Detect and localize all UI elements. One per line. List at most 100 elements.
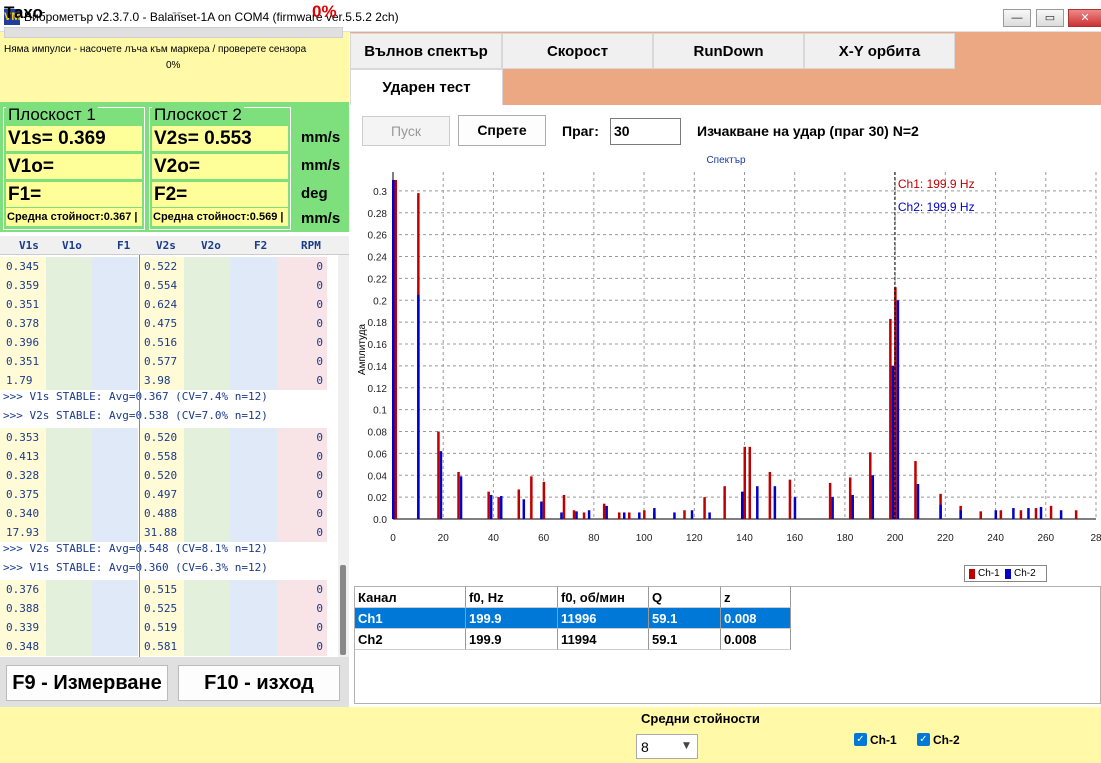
bar-ch1 <box>1074 510 1078 519</box>
table-row[interactable]: 0.348 0.581 0 <box>0 637 339 656</box>
close-button[interactable]: ✕ <box>1068 9 1101 27</box>
grid-cell-v1o <box>46 466 92 485</box>
bar-ch1 <box>914 461 917 519</box>
table-row[interactable]: 0.413 0.558 0 <box>0 447 339 466</box>
grid-cell-f1 <box>92 371 138 390</box>
tacho-progress-bar <box>4 27 343 38</box>
threshold-input[interactable]: 30 <box>610 118 681 145</box>
header-v1s: V1s <box>19 239 39 252</box>
exit-button[interactable]: F10 - изход <box>178 665 340 701</box>
grid-cell-v2o <box>184 447 230 466</box>
stable-message: >>> V2s STABLE: Avg=0.548 (CV=8.1% n=12) <box>0 542 339 561</box>
grid-cell-f2 <box>230 257 277 276</box>
grid-cell-v1s: 0.396 <box>0 333 46 352</box>
bar-ch2 <box>560 512 563 519</box>
table-row[interactable]: Ch1 199.9 11996 59.1 0.008 <box>355 608 792 629</box>
tab-rundown[interactable]: RunDown <box>653 33 804 69</box>
table-row[interactable]: 0.339 0.519 0 <box>0 618 339 637</box>
table-row[interactable]: 0.328 0.520 0 <box>0 466 339 485</box>
bar-ch2 <box>1059 510 1063 519</box>
table-row[interactable]: 0.375 0.497 0 <box>0 485 339 504</box>
bar-ch2 <box>673 512 676 519</box>
grid-cell-f2 <box>230 523 277 542</box>
plane-separator <box>139 255 140 657</box>
table-row[interactable]: 0.340 0.488 0 <box>0 504 339 523</box>
bar-ch1 <box>517 489 521 519</box>
grid-cell-v2s: 0.554 <box>140 276 184 295</box>
table-row[interactable]: 0.345 0.522 0 <box>0 257 339 276</box>
bar-ch2 <box>994 510 998 519</box>
grid-cell-v2o <box>184 485 230 504</box>
bar-ch2 <box>851 494 854 519</box>
grid-cell-v2o <box>184 523 230 542</box>
grid-cell-v2s: 0.624 <box>140 295 184 314</box>
grid-cell-v1s: 0.328 <box>0 466 46 485</box>
table-row[interactable]: 0.351 0.624 0 <box>0 295 339 314</box>
ch2-checkbox[interactable]: ✓ <box>917 733 930 746</box>
table-row[interactable]: 0.388 0.525 0 <box>0 599 339 618</box>
minimize-button[interactable]: — <box>1003 9 1031 27</box>
y-tick-label: 0.0 <box>373 515 387 526</box>
grid-cell-rpm: 0 <box>277 257 327 276</box>
grid-cell-v2s: 3.98 <box>140 371 184 390</box>
tab-velocity[interactable]: Скорост <box>502 33 653 69</box>
tab-wave-spectrum[interactable]: Вълнов спектър <box>350 33 502 69</box>
bar-ch1 <box>999 510 1003 519</box>
tab-impact-test[interactable]: Ударен тест <box>350 69 503 105</box>
table-row[interactable]: 0.359 0.554 0 <box>0 276 339 295</box>
table-row[interactable]: 17.93 31.88 0 <box>0 523 339 542</box>
bar-ch1 <box>889 318 892 519</box>
bar-ch1 <box>788 479 792 519</box>
cursor-label-ch2: Ch2: 199.9 Hz <box>898 200 975 214</box>
grid-cell-rpm: 0 <box>277 447 327 466</box>
y-axis-label: Амплитуда <box>357 323 368 375</box>
grid-cell-v1s: 0.359 <box>0 276 46 295</box>
grid-cell-v1s: 17.93 <box>0 523 46 542</box>
bar-ch2 <box>587 510 591 519</box>
v2o-value: V2o= <box>152 154 288 179</box>
grid-cell-rpm: 0 <box>277 637 327 656</box>
spectrum-chart-svg: 0.0 0.02 0.04 0.06 0.08 0.1 0.12 0.14 0.16 0.18 0.… <box>357 155 1101 544</box>
bar-ch1 <box>723 486 726 519</box>
table-row[interactable]: 0.376 0.515 0 <box>0 580 339 599</box>
grid-cell-f2 <box>230 314 277 333</box>
grid-cell-v1o <box>46 504 92 523</box>
window-title: Виброметър v2.3.7.0 - Balanset-1A on COM… <box>24 10 399 24</box>
grid-cell-v1o <box>46 447 92 466</box>
bar-ch1 <box>457 471 460 519</box>
table-row[interactable]: 0.353 0.520 0 <box>0 428 339 447</box>
chevron-down-icon[interactable]: ▼ <box>683 741 690 751</box>
stop-button[interactable]: Спрете <box>458 115 546 146</box>
table-cell: 59.1 <box>649 608 721 629</box>
grid-cell-v1o <box>46 599 92 618</box>
table-row[interactable]: 0.351 0.577 0 <box>0 352 339 371</box>
grid-cell-f1 <box>92 295 138 314</box>
bar-ch2 <box>499 496 503 519</box>
grid-cell-v2s: 0.488 <box>140 504 184 523</box>
grid-cell-v1o <box>46 257 92 276</box>
grid-cell-v1o <box>46 352 92 371</box>
table-row[interactable]: 0.396 0.516 0 <box>0 333 339 352</box>
grid-cell-rpm: 0 <box>277 428 327 447</box>
grid-cell-v1o <box>46 314 92 333</box>
grid-cell-f1 <box>92 580 138 599</box>
spectrum-chart[interactable]: 0.0 0.02 0.04 0.06 0.08 0.1 0.12 0.14 0.16 0.18 0.… <box>352 150 1101 582</box>
legend-swatch-ch1 <box>969 569 975 579</box>
legend-label-ch1: Ch-1 <box>978 568 1000 579</box>
measurement-grid[interactable]: 0.345 0.522 0 0.359 0.554 0 0.351 0.624 0 0.378 0.… <box>0 255 349 657</box>
bar-ch2 <box>439 451 443 519</box>
scrollbar-thumb[interactable] <box>340 565 346 655</box>
start-button[interactable]: Пуск <box>362 116 450 146</box>
impact-status: Изчакване на удар (праг 30) N=2 <box>697 123 919 139</box>
grid-cell-v1s: 0.413 <box>0 447 46 466</box>
column-header: z <box>721 587 791 608</box>
tab-xy-orbit[interactable]: X-Y орбита <box>804 33 955 69</box>
table-row[interactable]: 1.79 3.98 0 <box>0 371 339 390</box>
table-row[interactable]: Ch2 199.9 11994 59.1 0.008 <box>355 629 792 650</box>
ch1-checkbox[interactable]: ✓ <box>854 733 867 746</box>
bar-ch2 <box>740 491 744 519</box>
measure-button[interactable]: F9 - Измерване <box>6 665 168 701</box>
maximize-button[interactable]: ▭ <box>1036 9 1064 27</box>
table-row[interactable]: 0.378 0.475 0 <box>0 314 339 333</box>
grid-cell-v2o <box>184 428 230 447</box>
